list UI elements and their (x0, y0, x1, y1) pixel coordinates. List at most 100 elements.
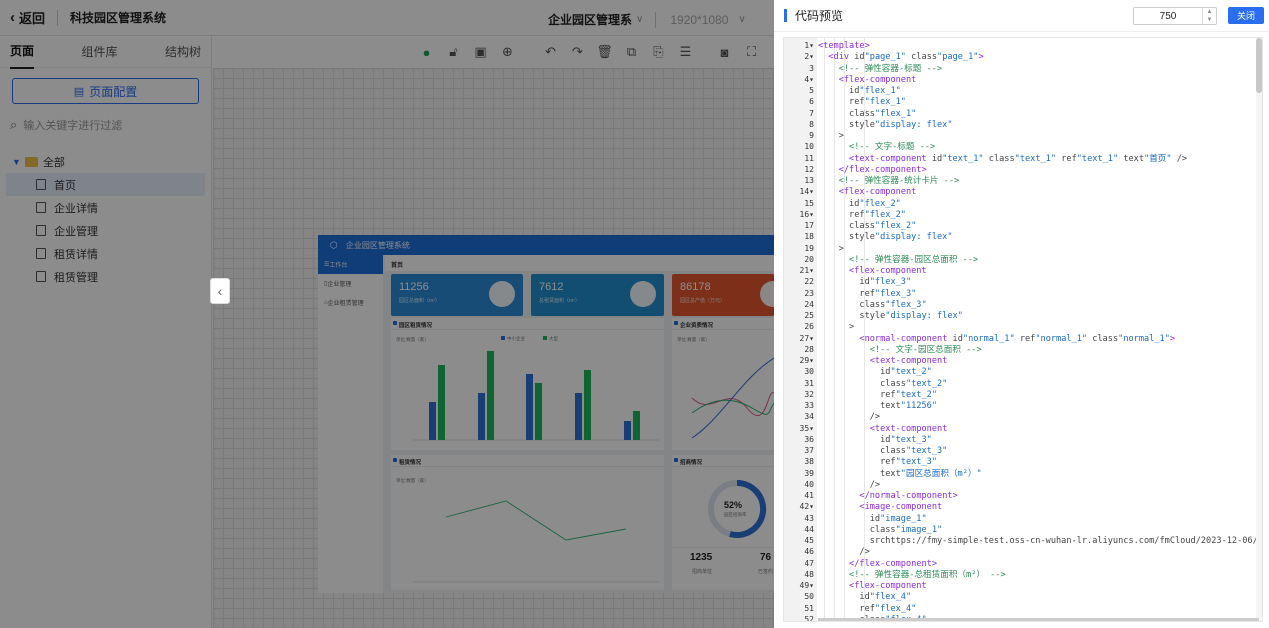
code-line: > (818, 131, 844, 141)
line-number: 30 (804, 367, 814, 377)
delete-icon[interactable]: 🗑︎ (591, 44, 618, 60)
line-number: 17 (804, 221, 814, 230)
chevron-down-icon: ∨ (738, 14, 746, 25)
project-switcher[interactable]: 企业园区管理系 ∨ 1920*1080 ∨ (548, 11, 754, 28)
panel-tabs: 页面 组件库 结构树 (0, 34, 211, 69)
vertical-scrollbar[interactable] (1256, 38, 1262, 621)
tree-page-item[interactable]: 首页 (6, 173, 205, 196)
code-content[interactable]: <template> <div id"page_1" class"page_1"… (818, 38, 1262, 621)
page-config-button[interactable]: ▤ 页面配置 (12, 78, 199, 104)
series-line (691, 357, 774, 439)
line-number: 37 (804, 446, 814, 455)
chevron-up-icon[interactable]: ▲ (1207, 8, 1213, 16)
list-icon[interactable]: ☰ (672, 44, 699, 60)
tree-page-label: 首页 (54, 179, 76, 192)
tree-page-label: 企业详情 (54, 202, 98, 215)
paste-icon[interactable]: ⎘ (645, 44, 672, 60)
series-line (445, 500, 627, 541)
width-input[interactable]: 750 ▲ ▼ (1133, 7, 1217, 25)
line-number: 3 (809, 63, 814, 73)
line-number: 4▾ (804, 74, 814, 84)
code-line: > (818, 322, 855, 333)
line-number: 1▾ (804, 41, 814, 50)
line-number: 25 (804, 311, 814, 320)
code-line: class"text_2" (818, 378, 948, 389)
save-icon[interactable]: ▣ (467, 44, 494, 60)
code-line: ref"flex_2" (818, 209, 906, 220)
divider (655, 11, 657, 28)
undo-icon[interactable]: ↶ (537, 44, 564, 60)
width-stepper[interactable]: ▲ ▼ (1202, 8, 1216, 24)
code-line: id"text_3" (818, 434, 932, 445)
page-preview[interactable]: ⬡ 企业园区管理系统 ☰ 工作台 ▯ 企业管理 ⌂ 企业租赁管理 首页 1125… (318, 235, 774, 593)
code-line: <flex-component (838, 74, 917, 85)
code-line: class"text_3" (818, 446, 948, 456)
tree-root[interactable]: ▼ 全部 (0, 150, 211, 173)
line-number: 47 (804, 558, 814, 568)
redo-icon[interactable]: ↷ (564, 44, 591, 60)
code-line: id"flex_2" (818, 198, 901, 209)
code-line: <template> (818, 41, 870, 51)
gauge-card: 招商情况 52% 园区招商率 1235 招商单位 76 已签约 (672, 455, 774, 590)
building-icon (630, 281, 656, 307)
line-number: 13 (804, 176, 814, 185)
back-button[interactable]: ‹ 返回 (0, 8, 45, 27)
search-icon: ⌕ (10, 117, 18, 132)
page-icon (36, 202, 46, 213)
bottom-stat-value: 76 (760, 552, 772, 563)
check-icon[interactable]: ● (413, 45, 440, 60)
line-number: 36 (804, 434, 814, 444)
preview-crumb: 首页 (385, 255, 774, 271)
tab-structure[interactable]: 结构树 (165, 35, 201, 68)
series-line (691, 399, 774, 415)
fullscreen-icon[interactable]: ⛶ (738, 44, 765, 60)
chevron-left-icon: ‹ (217, 283, 223, 299)
app-title: 科技园区管理系统 (70, 11, 167, 25)
bar (478, 393, 485, 440)
tree-page-label: 租赁详情 (54, 248, 98, 261)
close-button[interactable]: 关闭 (1228, 7, 1264, 24)
code-line: ref"text_2" (818, 389, 938, 400)
stat-card: 11256 园区总面积（m²） (391, 274, 523, 316)
back-label: 返回 (19, 11, 46, 26)
copy-icon[interactable]: ⧉ (618, 44, 645, 60)
divider (672, 547, 774, 548)
chevron-down-icon[interactable]: ▼ (1207, 16, 1213, 24)
line-number: 23 (804, 288, 814, 298)
width-value[interactable]: 750 (1134, 11, 1202, 22)
code-line: id"image_1" (818, 513, 927, 524)
target-icon[interactable]: ⊕ (494, 44, 521, 60)
gauge-value: 52% (724, 500, 743, 510)
page-icon (36, 179, 46, 190)
scroll-thumb[interactable] (1256, 38, 1262, 93)
line-number: 51 (804, 603, 814, 613)
page-filter[interactable]: ⌕ 输入关键字进行过滤 (10, 114, 201, 136)
screenshot-icon[interactable]: ◙ (711, 45, 738, 60)
tree-page-item[interactable]: 企业详情 (0, 196, 211, 219)
collapse-panel-button[interactable]: ‹ (210, 278, 230, 304)
tree-page-item[interactable]: 租赁详情 (0, 242, 211, 265)
tab-components[interactable]: 组件库 (81, 35, 117, 68)
horizontal-scrollbar[interactable] (818, 618, 1259, 621)
line-number: 20 (804, 254, 814, 264)
tree-page-label: 租赁管理 (54, 271, 98, 284)
tree-page-item[interactable]: 租赁管理 (0, 265, 211, 288)
cube-icon: ⬡ (330, 239, 338, 250)
tree-page-item[interactable]: 企业管理 (0, 219, 211, 242)
bar-chart-card: 园区租赁情况 单位:数量（家） 中小企业 大型 (391, 318, 664, 450)
line-number: 45 (804, 536, 814, 545)
stat-card: 7612 总租赁面积（m²） (531, 274, 664, 316)
code-line: class"flex_2" (818, 221, 917, 231)
code-line: > (818, 243, 844, 254)
code-editor[interactable]: 1▾ 2▾ 3 4▾ 5 6 7 8 9 10 11 12 13 14▾ 15 16▾ 1… (783, 37, 1263, 622)
line-number: 21▾ (799, 266, 814, 275)
tab-pages[interactable]: 页面 (10, 34, 35, 69)
line-number: 8 (809, 119, 814, 129)
line-number: 52 (804, 614, 814, 622)
line-number: 41 (804, 491, 814, 500)
resolution-select[interactable]: 1920*1080 (670, 13, 728, 27)
page-config-icon: ▤ (73, 85, 85, 98)
lock-icon[interactable]: 🔓︎ (440, 44, 467, 60)
code-line: /> (818, 412, 881, 423)
code-line: text"园区总面积（m²）" (818, 468, 982, 479)
